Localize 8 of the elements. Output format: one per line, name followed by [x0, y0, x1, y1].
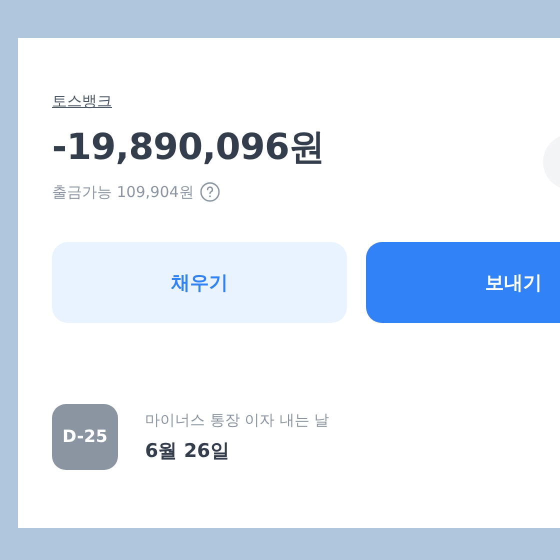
d-day-badge: D-25 — [52, 404, 118, 470]
fill-button[interactable]: 채우기 — [52, 242, 347, 323]
bank-link[interactable]: 토스뱅크 — [52, 92, 112, 111]
available-amount: 출금가능 109,904원 — [52, 182, 194, 202]
schedule-date: 6월 26일 — [145, 438, 230, 464]
schedule-title: 마이너스 통장 이자 내는 날 — [145, 410, 330, 430]
balance-amount: -19,890,096원 — [52, 126, 325, 170]
send-button[interactable]: 보내기 — [366, 242, 560, 323]
